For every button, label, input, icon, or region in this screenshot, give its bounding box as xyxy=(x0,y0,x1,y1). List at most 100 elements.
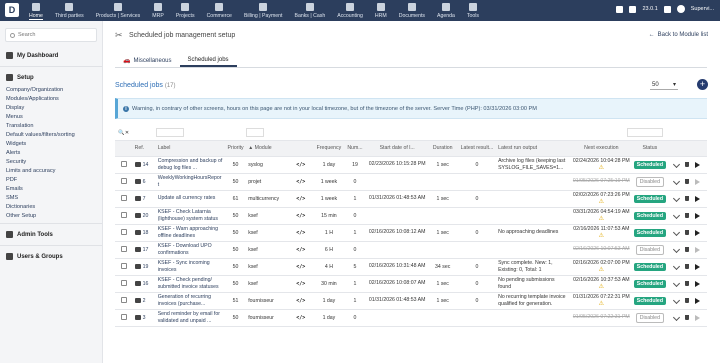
run-now-icon[interactable] xyxy=(695,161,701,168)
tab-scheduled-jobs[interactable]: Scheduled jobs xyxy=(179,54,237,67)
top-menu-item-billing-payment[interactable]: Billing | Payment xyxy=(238,0,289,20)
sidebar-item-other-setup[interactable]: Other Setup xyxy=(0,211,102,220)
job-ref-link[interactable]: 17 xyxy=(134,247,154,253)
edit-icon[interactable] xyxy=(673,211,681,220)
sidebar-item-my-dashboard[interactable]: My Dashboard xyxy=(0,48,102,63)
sidebar-item-setup[interactable]: Setup xyxy=(0,70,102,85)
help-icon[interactable] xyxy=(663,5,671,13)
col-status[interactable]: Status xyxy=(631,140,668,157)
top-menu-item-hrm[interactable]: HRM xyxy=(369,0,393,20)
bookmark-icon[interactable] xyxy=(616,5,624,13)
row-checkbox[interactable] xyxy=(120,296,127,303)
row-checkbox[interactable] xyxy=(120,211,127,218)
row-checkbox[interactable] xyxy=(120,194,127,201)
edit-icon[interactable] xyxy=(673,262,681,271)
run-now-icon[interactable] xyxy=(695,212,701,219)
job-label-link[interactable]: Send reminder by email for validated and… xyxy=(158,311,220,324)
user-avatar[interactable] xyxy=(676,5,685,13)
job-label-link[interactable]: Update all currency rates xyxy=(158,195,216,201)
top-menu-item-accounting[interactable]: Accounting xyxy=(331,0,369,20)
filter-module-input[interactable] xyxy=(246,127,265,137)
delete-icon[interactable] xyxy=(685,179,690,184)
row-checkbox[interactable] xyxy=(120,279,127,286)
run-now-icon[interactable] xyxy=(695,178,701,185)
col-duration[interactable]: Duration xyxy=(427,140,458,157)
run-now-icon[interactable] xyxy=(695,297,701,304)
filter-status-select[interactable] xyxy=(627,127,663,137)
sidebar-item-translation[interactable]: Translation xyxy=(0,121,102,130)
job-ref-link[interactable]: 2 xyxy=(134,298,154,304)
delete-icon[interactable] xyxy=(685,264,690,269)
row-checkbox[interactable] xyxy=(120,262,127,269)
sidebar-search[interactable] xyxy=(5,28,97,42)
row-checkbox[interactable] xyxy=(120,160,127,167)
delete-icon[interactable] xyxy=(685,315,690,320)
job-label-link[interactable]: Compression and backup of debug log file… xyxy=(158,158,223,171)
delete-icon[interactable] xyxy=(685,162,690,167)
sidebar-item-menus[interactable]: Menus xyxy=(0,112,102,121)
top-menu-item-documents[interactable]: Documents xyxy=(393,0,431,20)
job-ref-link[interactable]: 18 xyxy=(134,230,154,236)
edit-icon[interactable] xyxy=(673,228,681,237)
job-ref-link[interactable]: 6 xyxy=(134,179,154,185)
top-menu-item-commerce[interactable]: Commerce xyxy=(201,0,238,20)
job-ref-link[interactable]: 20 xyxy=(134,213,154,219)
add-job-button[interactable]: + xyxy=(697,79,708,90)
col-frequency[interactable]: Frequency xyxy=(314,140,344,157)
job-ref-link[interactable]: 7 xyxy=(134,196,154,202)
delete-icon[interactable] xyxy=(685,298,690,303)
col-ref[interactable]: Ref. xyxy=(132,140,156,157)
job-ref-link[interactable]: 14 xyxy=(134,162,154,168)
edit-icon[interactable] xyxy=(673,160,681,169)
edit-icon[interactable] xyxy=(673,194,681,203)
row-checkbox[interactable] xyxy=(120,245,127,252)
top-menu-item-banks-cash[interactable]: Banks | Cash xyxy=(288,0,331,20)
job-label-link[interactable]: Generation of recurring invoices (purcha… xyxy=(158,294,211,307)
run-now-icon[interactable] xyxy=(695,246,701,253)
col-num[interactable]: Num... xyxy=(343,140,367,157)
job-label-link[interactable]: KSEF - Sync incoming invoices xyxy=(158,260,210,273)
back-to-module-list-link[interactable]: ← Back to Module list xyxy=(649,32,708,38)
sidebar-item-dictionaries[interactable]: Dictionaries xyxy=(0,202,102,211)
delete-icon[interactable] xyxy=(685,213,690,218)
sidebar-item-default-values-filters-sorting[interactable]: Default values/filters/sorting xyxy=(0,130,102,139)
sidebar-item-users-groups[interactable]: Users & Groups xyxy=(0,249,102,264)
run-now-icon[interactable] xyxy=(695,195,701,202)
sidebar-item-sms[interactable]: SMS xyxy=(0,193,102,202)
sidebar-item-alerts[interactable]: Alerts xyxy=(0,148,102,157)
search-input[interactable] xyxy=(18,32,88,38)
delete-icon[interactable] xyxy=(685,281,690,286)
row-checkbox[interactable] xyxy=(120,228,127,235)
job-label-link[interactable]: KSEF - Check pending/ submitted invoice … xyxy=(158,277,219,290)
top-menu-item-mrp[interactable]: MRP xyxy=(146,0,170,20)
job-label-link[interactable]: KSEF - Warn approaching offline deadline… xyxy=(158,226,218,239)
sidebar-item-security[interactable]: Security xyxy=(0,157,102,166)
col-start[interactable]: Start date of l... xyxy=(366,140,428,157)
job-ref-link[interactable]: 3 xyxy=(134,315,154,321)
row-checkbox[interactable] xyxy=(120,177,127,184)
sidebar-item-widgets[interactable]: Widgets xyxy=(0,139,102,148)
app-logo-icon[interactable]: D xyxy=(5,3,19,17)
delete-icon[interactable] xyxy=(685,196,690,201)
sidebar-item-emails[interactable]: Emails xyxy=(0,184,102,193)
row-checkbox[interactable] xyxy=(120,313,127,320)
clear-filter-icon[interactable]: ✕ xyxy=(125,130,129,136)
sidebar-item-modules-applications[interactable]: Modules/Applications xyxy=(0,94,102,103)
col-priority[interactable]: Priority xyxy=(224,140,247,157)
top-menu-item-projects[interactable]: Projects xyxy=(170,0,201,20)
top-menu-item-third-parties[interactable]: Third parties xyxy=(49,0,90,20)
sidebar-item-pdf[interactable]: PDF xyxy=(0,175,102,184)
delete-icon[interactable] xyxy=(685,230,690,235)
run-now-icon[interactable] xyxy=(695,229,701,236)
sidebar-item-admin-tools[interactable]: Admin Tools xyxy=(0,227,102,242)
col-latest-result[interactable]: Latest result... xyxy=(457,140,497,157)
job-ref-link[interactable]: 19 xyxy=(134,264,154,270)
edit-icon[interactable] xyxy=(673,245,681,254)
job-label-link[interactable]: KSEF - Check Latarnia (lighthouse) syste… xyxy=(158,209,218,222)
per-page-select[interactable]: 50 ▾ xyxy=(650,80,678,90)
delete-icon[interactable] xyxy=(685,247,690,252)
job-label-link[interactable]: KSEF - Download UPO confirmations xyxy=(158,243,212,256)
edit-icon[interactable] xyxy=(673,296,681,305)
edit-icon[interactable] xyxy=(673,177,681,186)
top-menu-item-agenda[interactable]: Agenda xyxy=(431,0,461,20)
